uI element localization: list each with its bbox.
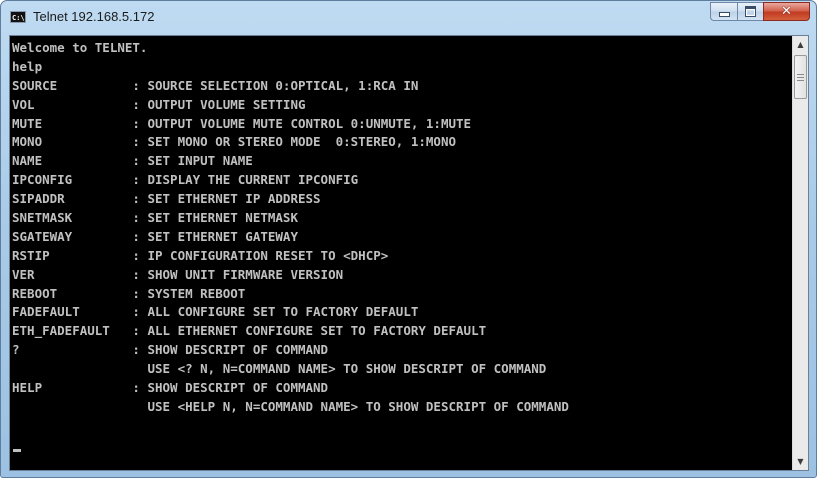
close-icon: ✕	[781, 4, 792, 19]
console-line: Welcome to TELNET.	[12, 40, 148, 55]
close-button[interactable]: ✕	[763, 2, 810, 21]
console-line: VER : SHOW UNIT FIRMWARE VERSION	[12, 266, 344, 282]
console-app-icon[interactable]: C:\	[10, 11, 26, 23]
console-line: ? : SHOW DESCRIPT OF COMMAND	[12, 342, 329, 358]
text-cursor	[13, 449, 21, 452]
console-line: SGATEWAY : SET ETHERNET GATEWAY	[12, 228, 298, 244]
window-title: Telnet 192.168.5.172	[33, 9, 155, 24]
console-line: MUTE : OUTPUT VOLUME MUTE CONTROL 0:UNMU…	[12, 115, 472, 131]
grip-icon	[797, 73, 804, 81]
console-line: NAME : SET INPUT NAME	[12, 153, 253, 169]
scroll-up-arrow-icon[interactable]: ▲	[793, 36, 808, 53]
caption-buttons: ✕	[710, 2, 810, 21]
console-output[interactable]: Welcome to TELNET. help SOURCE : SOURCE SE…	[10, 36, 792, 470]
console-line: FADEFAULT : ALL CONFIGURE SET TO FACTORY…	[12, 304, 419, 320]
console-line: SIPADDR : SET ETHERNET IP ADDRESS	[12, 191, 321, 207]
console-line: MONO : SET MONO OR STEREO MODE 0:STEREO,…	[12, 134, 457, 150]
console-client-area: Welcome to TELNET. help SOURCE : SOURCE SE…	[9, 35, 809, 471]
scrollbar-thumb[interactable]	[794, 55, 807, 99]
scroll-down-arrow-icon[interactable]: ▼	[793, 453, 808, 470]
console-line: USE <? N, N=COMMAND NAME> TO SHOW DESCRI…	[12, 361, 547, 377]
console-line: IPCONFIG : DISPLAY THE CURRENT IPCONFIG	[12, 172, 359, 188]
vertical-scrollbar[interactable]: ▲ ▼	[792, 36, 808, 470]
console-line: RSTIP : IP CONFIGURATION RESET TO <DHCP>	[12, 247, 389, 263]
console-line: SOURCE : SOURCE SELECTION 0:OPTICAL, 1:R…	[12, 77, 419, 93]
console-line: help	[12, 58, 43, 74]
console-line: ETH_FADEFAULT : ALL ETHERNET CONFIGURE S…	[12, 323, 487, 339]
minimize-button[interactable]	[710, 2, 737, 21]
console-line: SNETMASK : SET ETHERNET NETMASK	[12, 210, 298, 226]
maximize-button[interactable]	[737, 2, 763, 21]
console-line: HELP : SHOW DESCRIPT OF COMMAND	[12, 380, 329, 396]
title-bar[interactable]: C:\ Telnet 192.168.5.172 ✕	[1, 1, 816, 35]
minimize-icon	[718, 12, 730, 17]
console-line: USE <HELP N, N=COMMAND NAME> TO SHOW DES…	[12, 398, 569, 414]
console-line: REBOOT : SYSTEM REBOOT	[12, 285, 246, 301]
maximize-icon	[745, 6, 756, 17]
console-text: Welcome to TELNET. help SOURCE : SOURCE SE…	[10, 36, 792, 417]
console-line: VOL : OUTPUT VOLUME SETTING	[12, 96, 306, 112]
telnet-window: C:\ Telnet 192.168.5.172 ✕ Welcome to TE…	[0, 0, 817, 478]
